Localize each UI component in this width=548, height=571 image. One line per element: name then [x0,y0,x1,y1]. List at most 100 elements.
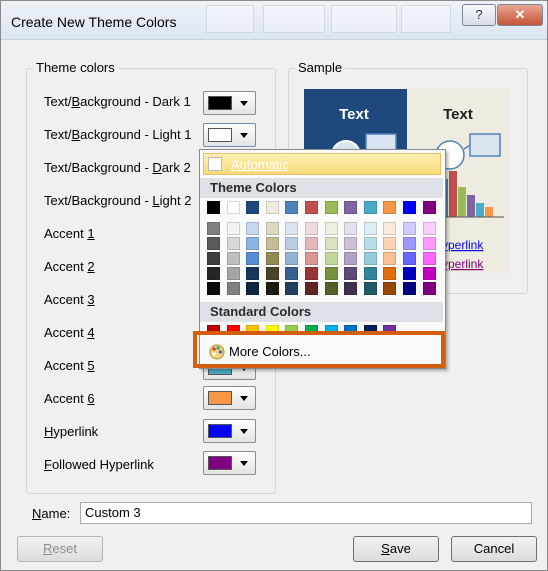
theme-shade-cell[interactable] [383,267,397,280]
reset-button[interactable]: Reset [17,536,103,562]
theme-shade-cell[interactable] [285,222,299,235]
theme-shade-cell[interactable] [305,282,318,295]
theme-shade-cell[interactable] [207,267,220,280]
theme-shade-cell[interactable] [226,282,240,295]
theme-shade-cell[interactable] [383,237,397,250]
theme-color-cell[interactable] [305,201,318,214]
theme-shade-cell[interactable] [403,252,416,265]
theme-shade-cell[interactable] [422,237,436,250]
theme-color-cell[interactable] [226,201,240,214]
theme-shade-cell[interactable] [344,237,358,250]
help-icon: ? [475,7,483,22]
theme-shade-cell[interactable] [422,222,436,235]
theme-shade-cell[interactable] [265,222,279,235]
theme-shade-cell[interactable] [422,282,436,295]
save-button[interactable]: Save [353,536,439,562]
theme-color-label: Accent 2 [44,259,95,274]
color-picker-button[interactable] [203,91,256,115]
background-ribbon-ghost [263,5,325,33]
theme-shade-cell[interactable] [422,252,436,265]
theme-shade-cell[interactable] [344,222,358,235]
theme-shade-cell[interactable] [305,222,318,235]
theme-shade-cell[interactable] [403,222,416,235]
theme-color-cell[interactable] [363,201,377,214]
theme-color-cell[interactable] [207,201,220,214]
theme-color-cell[interactable] [285,201,299,214]
theme-color-cell[interactable] [324,201,338,214]
theme-shade-cell[interactable] [226,222,240,235]
theme-shade-cell[interactable] [344,252,358,265]
theme-shade-cell[interactable] [324,282,338,295]
theme-shade-cell[interactable] [422,267,436,280]
theme-shade-cell[interactable] [305,267,318,280]
help-button[interactable]: ? [462,4,496,26]
theme-shade-cell[interactable] [246,237,260,250]
theme-color-cell[interactable] [383,201,397,214]
theme-shade-cell[interactable] [383,222,397,235]
theme-color-cell[interactable] [422,201,436,214]
theme-shade-cell[interactable] [363,267,377,280]
color-picker-button[interactable] [203,419,256,443]
theme-color-label: Text/Background - Light 1 [44,127,192,142]
theme-shade-cell[interactable] [285,267,299,280]
theme-shade-cell[interactable] [285,237,299,250]
theme-shade-cell[interactable] [324,222,338,235]
dropdown-arrow-icon [240,101,248,106]
theme-shade-cell[interactable] [344,282,358,295]
theme-color-label: Accent 3 [44,292,95,307]
theme-shade-cell[interactable] [305,237,318,250]
theme-shade-cell[interactable] [265,252,279,265]
theme-shade-cell[interactable] [285,282,299,295]
background-ribbon-ghost [331,5,397,33]
theme-shade-cell[interactable] [226,267,240,280]
theme-shade-cell[interactable] [246,252,260,265]
theme-shade-cell[interactable] [207,252,220,265]
theme-shade-cell[interactable] [226,252,240,265]
theme-shade-cell[interactable] [324,237,338,250]
sample-dark-text: Text [339,106,369,123]
sample-bar [476,203,484,217]
theme-color-cell[interactable] [344,201,358,214]
theme-shade-cell[interactable] [265,237,279,250]
theme-shade-cell[interactable] [344,267,358,280]
color-picker-button[interactable] [203,451,256,475]
theme-shade-cell[interactable] [363,237,377,250]
theme-shade-cell[interactable] [324,252,338,265]
theme-shade-cell[interactable] [226,237,240,250]
theme-shade-cell[interactable] [363,222,377,235]
theme-shade-cell[interactable] [363,282,377,295]
theme-color-cell[interactable] [403,201,416,214]
color-picker-button[interactable] [203,123,256,147]
background-ribbon-ghost [401,5,451,33]
theme-shade-cell[interactable] [207,282,220,295]
theme-shade-cell[interactable] [305,252,318,265]
color-swatch [208,424,232,438]
automatic-color-item[interactable]: Automatic [203,153,441,175]
theme-shade-cell[interactable] [246,222,260,235]
theme-shade-cell[interactable] [246,267,260,280]
cancel-button[interactable]: Cancel [451,536,537,562]
theme-shade-cell[interactable] [403,267,416,280]
theme-shade-cell[interactable] [324,267,338,280]
theme-color-cell[interactable] [265,201,279,214]
theme-shade-cell[interactable] [207,237,220,250]
theme-shade-cell[interactable] [265,282,279,295]
theme-shade-cell[interactable] [207,222,220,235]
name-input[interactable]: Custom 3 [80,502,532,524]
color-swatch [208,128,232,142]
theme-color-cell[interactable] [246,201,260,214]
theme-shade-cell[interactable] [383,282,397,295]
theme-shade-cell[interactable] [285,252,299,265]
theme-shade-cell[interactable] [246,282,260,295]
theme-shade-cell[interactable] [403,237,416,250]
close-button[interactable]: ✕ [497,4,543,26]
theme-shade-cell[interactable] [265,267,279,280]
color-picker-button[interactable] [203,386,256,410]
theme-shade-cell[interactable] [403,282,416,295]
theme-shade-cell[interactable] [383,252,397,265]
theme-color-label: Text/Background - Dark 1 [44,94,191,109]
theme-shade-cell[interactable] [363,252,377,265]
sample-light-text: Text [443,106,473,123]
sample-followed-hyperlink: yperlink [442,257,484,271]
close-icon: ✕ [514,7,526,22]
